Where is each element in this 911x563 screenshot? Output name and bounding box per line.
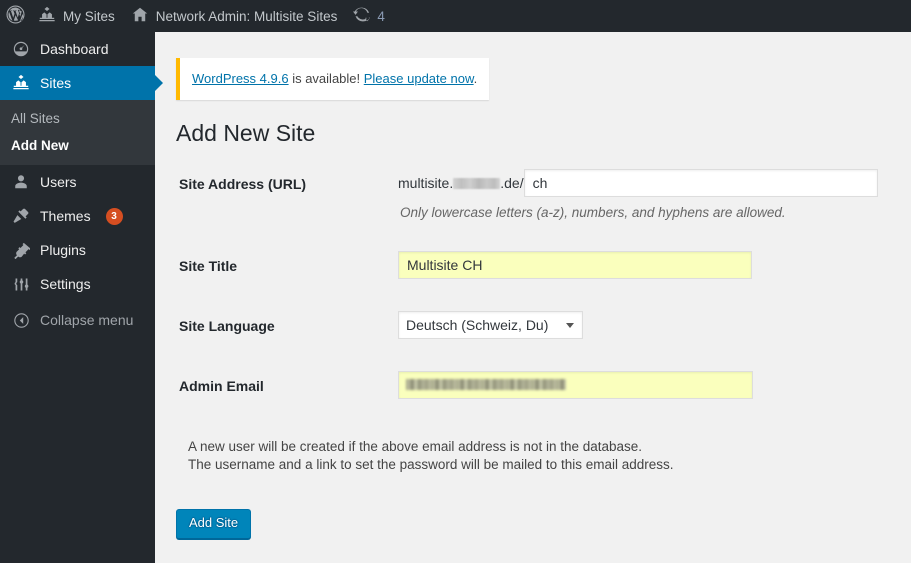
form-row-site-title: Site Title — [176, 247, 892, 307]
admin-bar-updates-count: 4 — [377, 8, 385, 24]
sidebar-subitem-all-sites[interactable]: All Sites — [0, 105, 155, 132]
sidebar-collapse-menu-label: Collapse menu — [40, 312, 134, 328]
admin-bar-site-name[interactable]: Network Admin: Multisite Sites — [123, 0, 346, 32]
plugins-icon — [11, 240, 31, 260]
admin-bar-my-sites[interactable]: My Sites — [30, 0, 123, 32]
site-title-input[interactable] — [398, 251, 752, 279]
admin-email-label: Admin Email — [179, 378, 264, 394]
users-icon — [11, 172, 31, 192]
sidebar-item-users[interactable]: Users — [0, 165, 155, 199]
notice-wordpress-version-link[interactable]: WordPress 4.9.6 — [192, 71, 289, 86]
home-icon — [131, 6, 149, 27]
settings-icon — [11, 274, 31, 294]
sidebar-submenu-sites: All Sites Add New — [0, 100, 155, 165]
admin-email-help-line-2: The username and a link to set the passw… — [188, 456, 674, 472]
admin-sidebar-menu: Dashboard Sites All Sites Add New Users … — [0, 32, 163, 563]
notice-middle-text: is available! — [288, 71, 364, 86]
themes-update-badge: 3 — [105, 207, 123, 225]
form-row-admin-email: Admin Email — [176, 367, 892, 407]
add-site-button[interactable]: Add Site — [176, 509, 252, 539]
notice-update-now-link[interactable]: Please update now — [364, 71, 474, 86]
my-sites-icon — [38, 6, 56, 27]
site-address-redacted-domain — [453, 177, 501, 189]
form-row-site-address: Site Address (URL) multisite. .de/ Only l… — [176, 165, 892, 247]
admin-bar: My Sites Network Admin: Multisite Sites … — [0, 0, 911, 32]
site-address-prefix-before: multisite. — [398, 175, 454, 191]
sidebar-item-dashboard[interactable]: Dashboard — [0, 32, 155, 66]
updates-icon — [353, 6, 371, 26]
main-content-area: WordPress 4.9.6 is available! Please upd… — [155, 32, 911, 563]
site-language-label: Site Language — [179, 318, 275, 334]
form-row-site-language: Site Language Deutsch (Schweiz, Du) — [176, 307, 892, 367]
page-title: Add New Site — [176, 120, 316, 146]
wordpress-logo-icon — [6, 5, 25, 27]
sidebar-item-themes-label: Users — [40, 174, 77, 190]
site-language-select-wrapper: Deutsch (Schweiz, Du) — [398, 311, 583, 339]
sidebar-item-plugins-label: Plugins — [40, 242, 86, 258]
site-title-label: Site Title — [179, 258, 238, 274]
wordpress-logo-button[interactable] — [0, 0, 30, 32]
admin-email-help-text: A new user will be created if the above … — [188, 438, 674, 473]
sidebar-item-settings[interactable]: Settings — [0, 267, 155, 301]
admin-email-redacted-value — [406, 379, 566, 390]
sidebar-item-sites[interactable]: Sites — [0, 66, 163, 100]
update-notice-banner: WordPress 4.9.6 is available! Please upd… — [176, 58, 490, 100]
site-address-prefix-after: .de/ — [500, 175, 524, 191]
sidebar-item-themes-label: Themes — [40, 208, 91, 224]
dashboard-icon — [11, 39, 31, 59]
sidebar-item-themes[interactable]: Themes 3 — [0, 199, 155, 233]
add-new-site-form: Site Address (URL) multisite. .de/ Only l… — [176, 165, 892, 407]
sidebar-item-sites-label: Sites — [40, 75, 72, 91]
admin-email-wrapper — [398, 371, 753, 399]
sidebar-item-settings-label: Settings — [40, 276, 91, 292]
collapse-arrow-icon — [11, 310, 31, 330]
site-address-label: Site Address (URL) — [179, 176, 307, 192]
admin-email-help-line-1: A new user will be created if the above … — [188, 439, 643, 454]
sidebar-item-dashboard-label: Dashboard — [40, 41, 109, 57]
admin-bar-my-sites-label: My Sites — [63, 8, 115, 24]
admin-bar-updates[interactable]: 4 — [345, 0, 393, 32]
site-address-prefix: multisite. .de/ — [398, 169, 524, 197]
sidebar-collapse-menu-button[interactable]: Collapse menu — [0, 303, 155, 337]
sites-icon — [11, 73, 31, 93]
site-address-input[interactable] — [523, 169, 878, 197]
themes-icon — [11, 206, 31, 226]
notice-trailing-text: . — [473, 71, 478, 86]
site-language-select[interactable]: Deutsch (Schweiz, Du) — [398, 311, 583, 339]
sidebar-item-plugins[interactable]: Plugins — [0, 233, 155, 267]
sidebar-subitem-add-new[interactable]: Add New — [0, 132, 155, 159]
site-address-description: Only lowercase letters (a-z), numbers, a… — [400, 205, 786, 220]
admin-bar-site-name-label: Network Admin: Multisite Sites — [155, 8, 338, 24]
